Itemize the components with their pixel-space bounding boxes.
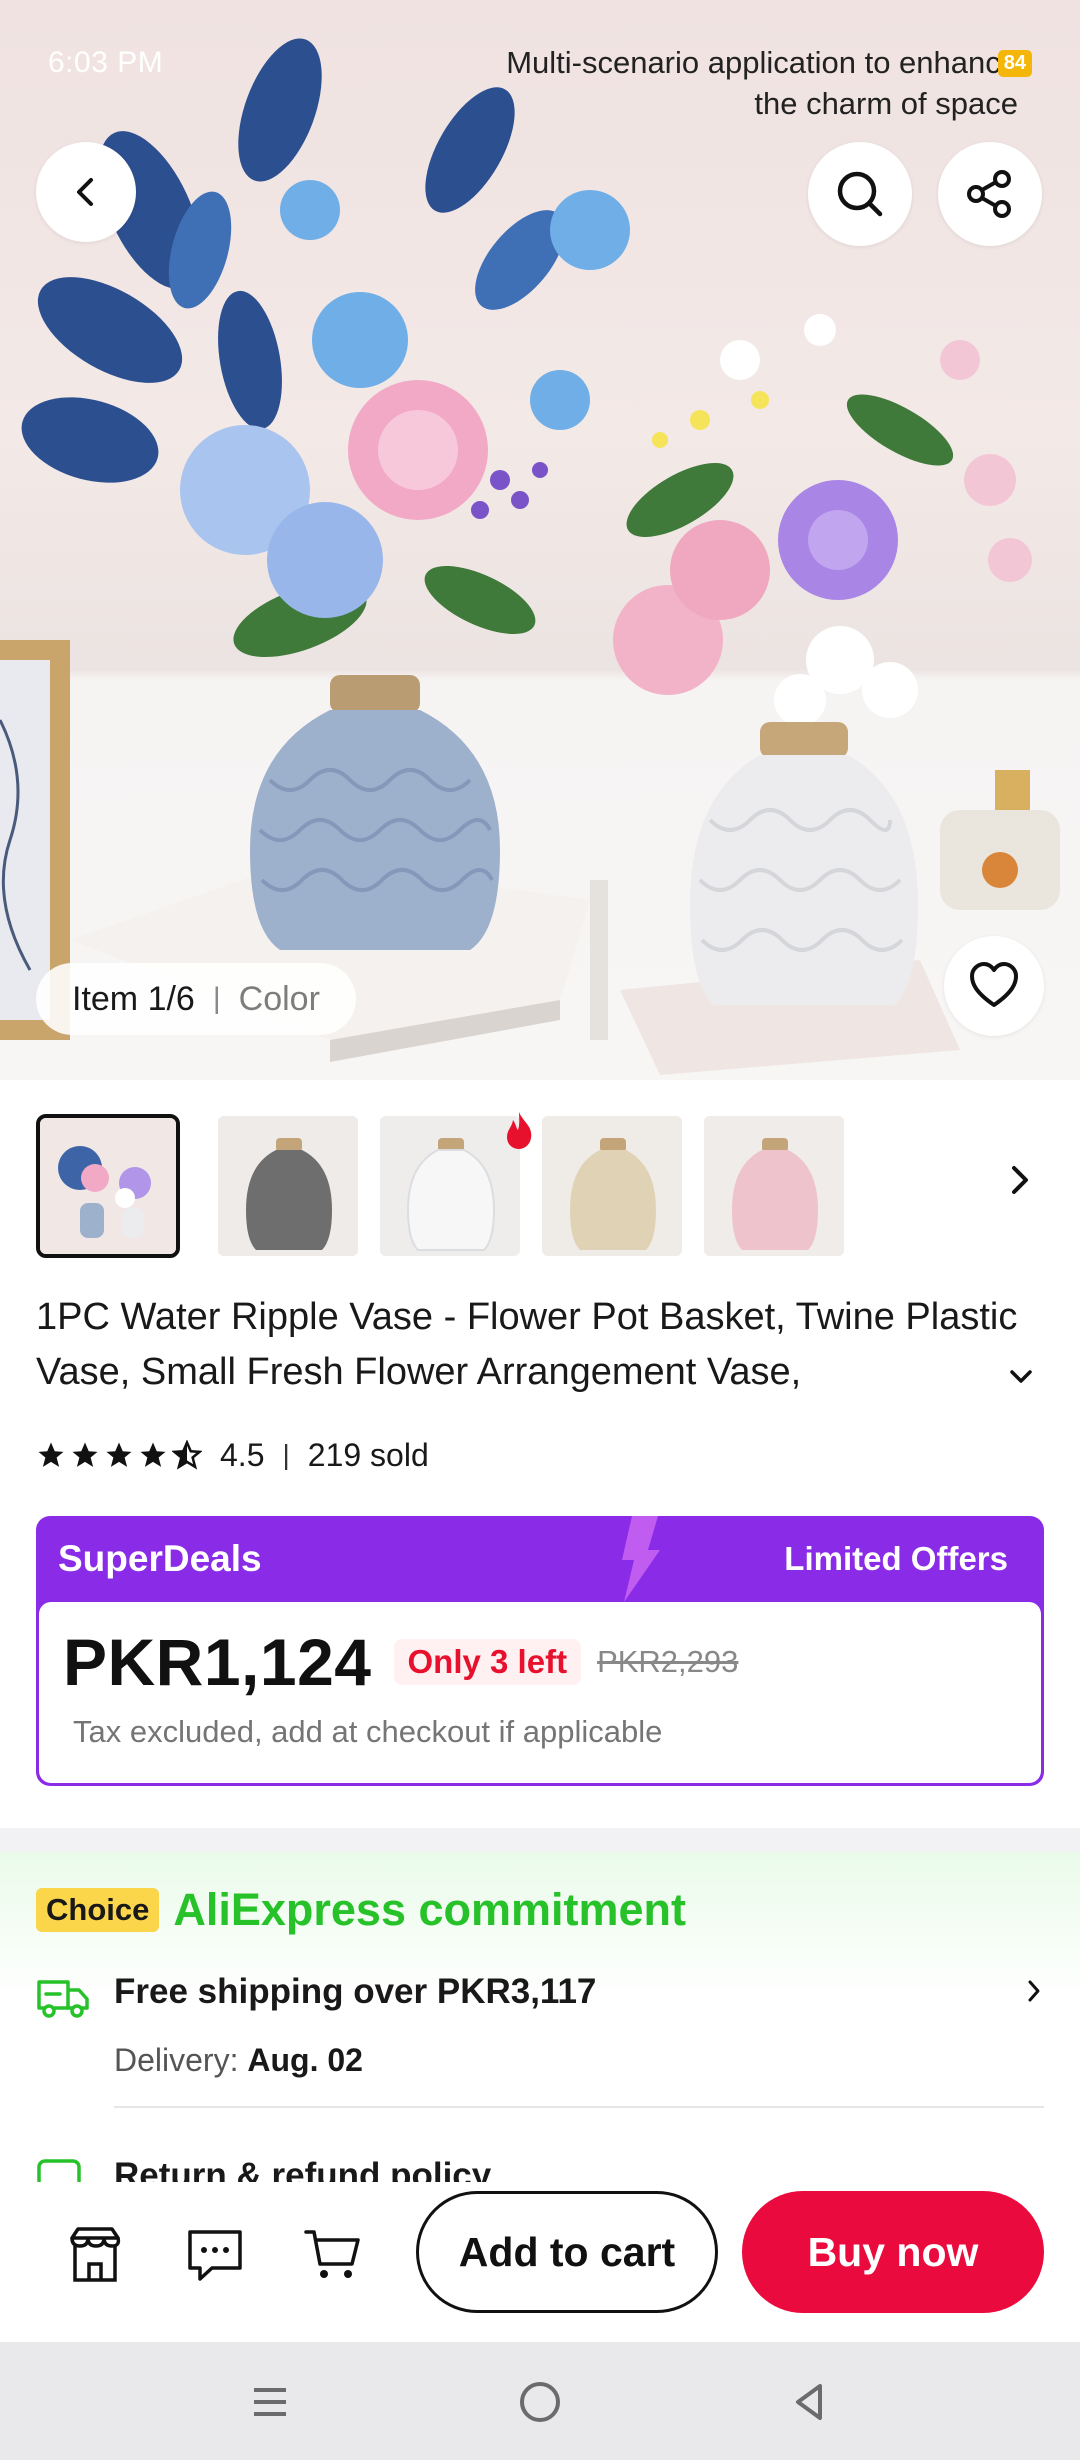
choice-badge: Choice (36, 1888, 160, 1932)
hero-caption-line-1: Multi-scenario application to enhance (506, 45, 1018, 80)
lightning-icon (622, 1516, 660, 1602)
delivery-date: Aug. 02 (247, 2042, 363, 2078)
product-photo (0, 38, 1060, 1075)
thumbnails-next-button[interactable] (1004, 1160, 1036, 1205)
row-divider (114, 2106, 1044, 2108)
thumbnail-strip (0, 1110, 1080, 1260)
truck-icon (37, 1980, 89, 2018)
delivery-info: Delivery: Aug. 02 (114, 2042, 363, 2079)
superdeals-header: SuperDeals Limited Offers (36, 1516, 1044, 1602)
return-policy-icon (37, 2159, 81, 2182)
price-row: PKR1,124 Only 3 left PKR2,293 (63, 1624, 1017, 1700)
menu-icon (254, 2388, 286, 2416)
search-icon (837, 171, 883, 217)
heart-icon (970, 962, 1018, 1007)
star-icon (106, 1442, 132, 1467)
recent-apps-button[interactable] (240, 2372, 300, 2432)
product-title[interactable]: 1PC Water Ripple Vase - Flower Pot Baske… (36, 1290, 1036, 1400)
cart-button[interactable] (298, 2220, 368, 2290)
thumb-white-image (380, 1116, 520, 1256)
thumb-main-image (40, 1118, 176, 1254)
hero-caption: Multi-scenario application to enhance th… (506, 42, 1018, 124)
pill-divider: | (212, 982, 221, 1015)
system-nav-bar (0, 2342, 1080, 2460)
share-icon (967, 170, 1011, 218)
returns-row[interactable]: Return & refund policy (36, 2148, 1044, 2182)
delivery-label: Delivery: (114, 2042, 239, 2078)
triangle-back-icon (796, 2384, 822, 2420)
thumb-main-photo[interactable] (36, 1114, 180, 1258)
commitment-header: Choice AliExpress commitment (36, 1884, 686, 1936)
store-icon (70, 2227, 121, 2282)
commitment-title: AliExpress commitment (173, 1884, 687, 1935)
thumb-white-vase[interactable] (380, 1116, 520, 1256)
hero-caption-line-2: the charm of space (754, 86, 1018, 121)
chevron-left-icon (77, 178, 93, 206)
chevron-right-icon (1028, 1980, 1040, 2002)
product-image-gallery[interactable]: 6:03 PM Multi-scenario application to en… (0, 0, 1080, 1080)
thumb-pink-vase[interactable] (704, 1116, 844, 1256)
back-button[interactable] (36, 142, 136, 242)
image-index-label: Item 1/6 (72, 979, 195, 1018)
star-icon (38, 1442, 64, 1467)
battery-indicator: 84 (997, 50, 1032, 77)
original-price: PKR2,293 (597, 1644, 739, 1679)
superdeals-label: SuperDeals (58, 1538, 262, 1579)
sold-count: 219 sold (307, 1436, 429, 1473)
star-icon (72, 1442, 98, 1467)
image-index-pill[interactable]: Item 1/6 | Color (36, 963, 356, 1035)
superdeals-card[interactable]: SuperDeals Limited Offers PKR1,124 Only … (36, 1516, 1044, 1786)
thumb-pink-image (704, 1116, 844, 1256)
share-button[interactable] (938, 142, 1042, 246)
commitment-section: Choice AliExpress commitment Free shippi… (0, 1852, 1080, 2182)
status-time: 6:03 PM (48, 46, 164, 79)
system-back-button[interactable] (780, 2372, 840, 2432)
thumb-beige-image (542, 1116, 682, 1256)
rating-divider: | (282, 1439, 290, 1470)
chat-icon (188, 2230, 242, 2281)
current-price: PKR1,124 (63, 1625, 372, 1699)
home-circle-icon (520, 2382, 560, 2422)
rating-row[interactable]: 4.5 | 219 sold (36, 1430, 429, 1480)
bottom-action-bar: Add to cart Buy now (0, 2182, 1080, 2342)
limited-offers-label: Limited Offers (784, 1540, 1008, 1577)
add-to-cart-button[interactable]: Add to cart (416, 2191, 718, 2313)
thumb-gray-image (218, 1116, 358, 1256)
chevron-right-icon (1012, 1166, 1028, 1194)
store-button[interactable] (60, 2220, 130, 2290)
buy-now-button[interactable]: Buy now (742, 2191, 1044, 2313)
shipping-title: Free shipping over PKR3,117 (114, 1972, 597, 2011)
thumb-beige-vase[interactable] (542, 1116, 682, 1256)
half-star-icon (172, 1440, 202, 1470)
home-button[interactable] (510, 2372, 570, 2432)
chat-button[interactable] (180, 2220, 250, 2290)
chevron-down-icon (1010, 1370, 1032, 1383)
hot-flame-icon (507, 1112, 532, 1149)
variant-label: Color (238, 979, 320, 1018)
tax-note: Tax excluded, add at checkout if applica… (73, 1714, 663, 1749)
favorite-button[interactable] (944, 936, 1044, 1036)
star-rating (36, 1440, 202, 1470)
search-button[interactable] (808, 142, 912, 246)
star-icon (140, 1442, 166, 1467)
thumb-gray-vase[interactable] (218, 1116, 358, 1256)
status-icons: 84 (997, 50, 1032, 77)
superdeals-body: PKR1,124 Only 3 left PKR2,293 Tax exclud… (39, 1602, 1041, 1783)
returns-title: Return & refund policy (114, 2156, 492, 2182)
stock-badge: Only 3 left (393, 1639, 582, 1685)
section-divider (0, 1828, 1080, 1852)
expand-title-button[interactable] (1006, 1362, 1036, 1397)
rating-value: 4.5 (220, 1436, 265, 1473)
cart-icon (304, 2230, 360, 2278)
